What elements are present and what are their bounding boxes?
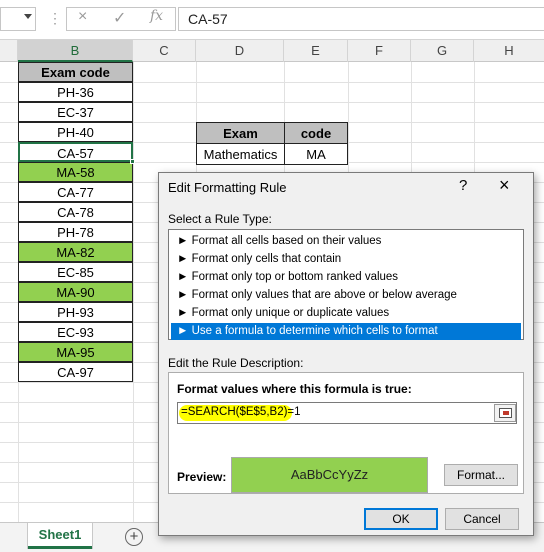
name-box-dropdown-icon[interactable] [24, 14, 32, 19]
lookup-cell-exam[interactable]: Mathematics [196, 143, 285, 165]
formula-input-value: CA-57 [188, 11, 228, 27]
formula-field-value: =SEARCH($E$5,B2)=1 [181, 406, 301, 418]
bullet-icon: ► [177, 253, 189, 265]
help-icon[interactable]: ? [459, 177, 467, 194]
rule-type-item[interactable]: ► Format only values that are above or b… [171, 287, 521, 304]
exam-code-cell[interactable]: CA-78 [18, 202, 133, 222]
dialog-title: Edit Formatting Rule [168, 180, 287, 195]
name-box[interactable] [0, 7, 36, 31]
rule-type-label: Format only cells that contain [191, 253, 342, 265]
exam-code-cell[interactable]: EC-85 [18, 262, 133, 282]
rule-type-item[interactable]: ► Format all cells based on their values [171, 233, 521, 250]
enter-formula-icon[interactable]: ✓ [113, 8, 126, 28]
bullet-icon: ► [177, 271, 189, 283]
cancel-button[interactable]: Cancel [445, 508, 519, 530]
add-sheet-icon[interactable]: + [125, 528, 143, 546]
column-header-h[interactable]: H [474, 40, 544, 62]
fill-handle[interactable] [130, 159, 135, 164]
column-header-row: B C D E F G H [0, 40, 544, 62]
formula-heading: Format values where this formula is true… [177, 382, 412, 396]
exam-code-cell-highlighted[interactable]: MA-82 [18, 242, 133, 262]
exam-code-cell[interactable]: CA-77 [18, 182, 133, 202]
exam-code-cell[interactable]: PH-78 [18, 222, 133, 242]
select-rule-type-label: Select a Rule Type: [168, 212, 272, 226]
lookup-header-code[interactable]: code [284, 122, 348, 144]
range-select-icon [499, 408, 512, 418]
exam-code-header[interactable]: Exam code [18, 62, 133, 82]
exam-code-cell-highlighted[interactable]: MA-58 [18, 162, 133, 182]
lookup-header-exam[interactable]: Exam [196, 122, 285, 144]
collapse-dialog-button[interactable] [494, 404, 516, 422]
select-all-corner[interactable] [0, 40, 18, 62]
rule-type-label: Format only top or bottom ranked values [191, 271, 399, 283]
exam-code-cell[interactable]: CA-97 [18, 362, 133, 382]
rule-type-label: Format only values that are above or bel… [191, 289, 457, 301]
preview-sample: AaBbCcYyZz [231, 457, 428, 493]
exam-code-cell[interactable]: PH-36 [18, 82, 133, 102]
exam-code-cell-active[interactable]: CA-57 [18, 142, 133, 162]
column-header-e[interactable]: E [284, 40, 348, 62]
formula-bar: ⋮ × ✓ fx CA-57 [0, 0, 544, 40]
bullet-icon: ► [177, 325, 189, 337]
formula-input[interactable] [178, 7, 544, 31]
rule-type-item[interactable]: ► Format only unique or duplicate values [171, 305, 521, 322]
formula-field[interactable]: =SEARCH($E$5,B2)=1 [177, 402, 517, 424]
bullet-icon: ► [177, 307, 189, 319]
column-header-d[interactable]: D [196, 40, 284, 62]
rule-type-list[interactable]: ► Format all cells based on their values… [168, 229, 524, 340]
edit-formatting-rule-dialog: Edit Formatting Rule ? × Select a Rule T… [158, 172, 534, 536]
column-header-f[interactable]: F [348, 40, 411, 62]
rule-type-label: Format all cells based on their values [191, 235, 382, 247]
bullet-icon: ► [177, 235, 189, 247]
exam-code-cell-highlighted[interactable]: MA-95 [18, 342, 133, 362]
rule-type-label: Format only unique or duplicate values [191, 307, 390, 319]
column-header-c[interactable]: C [133, 40, 196, 62]
rule-type-item-selected[interactable]: ► Use a formula to determine which cells… [171, 323, 521, 340]
exam-code-cell-highlighted[interactable]: MA-90 [18, 282, 133, 302]
tab-sheet1[interactable]: Sheet1 [28, 523, 92, 549]
rule-type-item[interactable]: ► Format only cells that contain [171, 251, 521, 268]
exam-code-cell[interactable]: EC-37 [18, 102, 133, 122]
exam-code-cell[interactable]: PH-40 [18, 122, 133, 142]
close-icon[interactable]: × [499, 175, 510, 196]
rule-type-item[interactable]: ► Format only top or bottom ranked value… [171, 269, 521, 286]
column-header-b[interactable]: B [18, 40, 133, 62]
cancel-formula-icon[interactable]: × [78, 8, 87, 26]
exam-code-cell[interactable]: PH-93 [18, 302, 133, 322]
rule-type-label: Use a formula to determine which cells t… [191, 325, 438, 337]
format-button[interactable]: Format... [444, 464, 518, 486]
ok-button[interactable]: OK [364, 508, 438, 530]
more-options-icon: ⋮ [48, 10, 62, 26]
exam-code-cell[interactable]: EC-93 [18, 322, 133, 342]
edit-description-label: Edit the Rule Description: [168, 356, 304, 370]
column-header-g[interactable]: G [411, 40, 474, 62]
insert-function-icon[interactable]: fx [150, 8, 163, 24]
preview-label: Preview: [177, 470, 227, 484]
lookup-cell-code[interactable]: MA [284, 143, 348, 165]
rule-description-panel: Format values where this formula is true… [168, 372, 524, 494]
bullet-icon: ► [177, 289, 189, 301]
